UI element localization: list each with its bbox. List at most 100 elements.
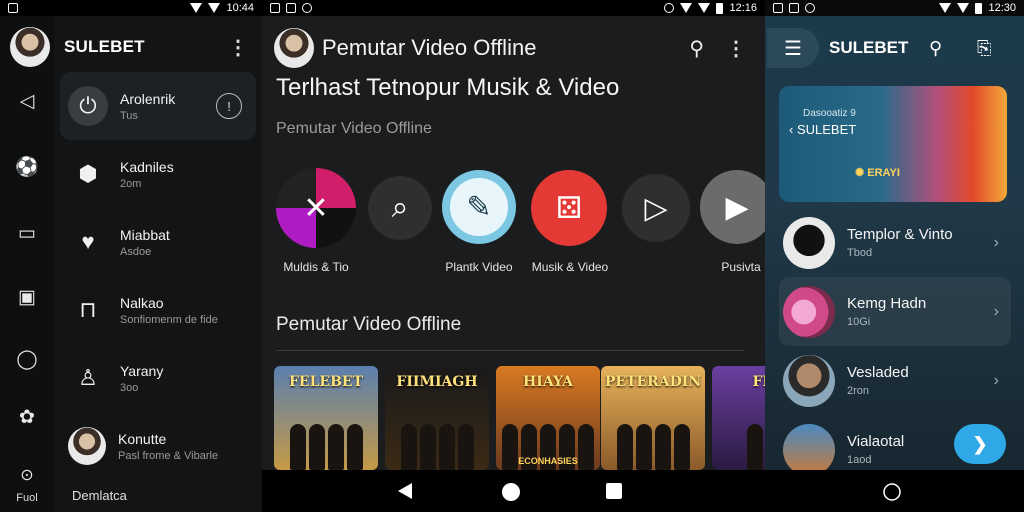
list-item[interactable]: Templor & Vinto Tbod › — [779, 208, 1011, 277]
alarm-icon — [664, 3, 675, 13]
home-icon[interactable] — [883, 483, 901, 501]
app-bar: ☰ SULEBET ⚲ ⎘ — [765, 26, 1024, 70]
search-icon[interactable]: ⚲ — [929, 38, 942, 59]
battery-icon — [716, 2, 724, 14]
poster-title: FIIMIAGH — [396, 374, 478, 390]
poster-card[interactable]: FELEBET — [274, 366, 378, 470]
divider — [276, 350, 744, 351]
drawer-list: ⏻ Arolenrik Tus ! ⬢ Kadniles 2om ♥ Miabbat… — [60, 72, 256, 480]
system-nav-bar — [765, 470, 1024, 512]
poster-caption: ECONHASIES — [518, 456, 578, 466]
info-icon[interactable]: ! — [216, 93, 242, 119]
category-playlist-next[interactable]: ▶ — [700, 170, 774, 244]
category-label: Musik & Video — [531, 260, 609, 274]
drawer-footer[interactable]: Demlatca — [72, 488, 127, 503]
game-icon — [302, 3, 312, 13]
section-title: Pemutar Video Offline — [276, 314, 462, 335]
poster-card[interactable]: PETERADIN — [601, 366, 705, 470]
power-icon: ⏻ — [68, 86, 108, 126]
category-row: ✕ Muldis & Tio ⌕ ✎ Plantk Video ⚄ Musik … — [276, 168, 774, 278]
poster-title: PETERADIN — [604, 374, 702, 390]
compass-icon[interactable]: ⊙ — [14, 462, 40, 488]
battery-icon — [975, 2, 983, 14]
status-time: 12:30 — [988, 2, 1016, 14]
poster-card[interactable]: HIAYA ECONHASIES — [496, 366, 600, 470]
fab-button[interactable]: ❯ — [954, 424, 1006, 464]
notification-icon — [789, 3, 799, 13]
list-item[interactable]: ⊓ Nalkao Sonfiomenm de fide — [60, 276, 256, 344]
list-item[interactable]: Kemg Hadn 10Gi › — [779, 277, 1011, 346]
item-title: Nalkao — [120, 294, 164, 311]
signal-icon — [208, 3, 221, 13]
list-item[interactable]: ⏻ Arolenrik Tus ! — [60, 72, 256, 140]
banner-title: ‹ SULEBET — [789, 122, 857, 137]
poster-card[interactable]: FII — [712, 366, 765, 470]
drawer-header: SULEBET ⋮ — [10, 26, 256, 68]
page-heading: Terlhast Tetnopur Musik & Video — [276, 74, 620, 101]
item-subtitle: 10Gi — [847, 316, 871, 328]
nav-rail: ◁ ⚽ ▭ ▣ ◯ ✿ ⊙ Fuol — [0, 16, 54, 512]
category-musik-video[interactable]: ⚄ — [531, 170, 607, 246]
speaker-icon[interactable]: ◁ — [14, 88, 40, 114]
poster-row: FELEBET FIIMIAGH HIAYA ECONHASIES PETERA… — [274, 366, 765, 470]
item-title: Konutte — [118, 430, 167, 447]
signal-icon — [698, 3, 711, 13]
app-title: SULEBET — [829, 38, 909, 57]
banner-label: ✺ ERAYI — [855, 167, 900, 179]
home-icon[interactable] — [502, 483, 520, 501]
banner-line: Dasooatiz 9 — [803, 108, 856, 119]
flower-icon[interactable]: ✿ — [14, 404, 40, 430]
signal-icon — [957, 3, 970, 13]
search-icon[interactable]: ⚲ — [689, 36, 704, 61]
item-title: Miabbat — [120, 226, 170, 243]
item-subtitle: Asdoe — [120, 245, 152, 258]
status-bar: 12:30 — [765, 0, 1024, 16]
poster-image — [712, 410, 765, 470]
list-item[interactable]: ♙ Yarany 3oo — [60, 344, 256, 412]
chevron-right-icon: › — [993, 302, 999, 320]
back-icon[interactable] — [398, 483, 414, 499]
item-subtitle: Tbod — [847, 247, 873, 259]
item-title: Kemg Hadn — [847, 295, 927, 312]
play-icon[interactable]: ▷ — [622, 174, 690, 242]
radio-icon[interactable]: ▣ — [14, 284, 40, 310]
item-subtitle: Tus — [120, 109, 138, 122]
category-playlist[interactable]: ✎ — [442, 170, 516, 244]
bookmark-icon[interactable]: ⎘ — [977, 38, 991, 59]
wifi-icon — [939, 3, 952, 13]
recents-icon[interactable] — [606, 483, 622, 499]
tv-icon[interactable]: ▭ — [14, 220, 40, 246]
heart-icon: ♥ — [81, 229, 95, 254]
page-subheading: Pemutar Video Offline — [276, 120, 432, 137]
image-icon — [773, 3, 783, 13]
poster-image — [385, 410, 489, 470]
status-bar: 12:16 — [262, 0, 765, 16]
list-item[interactable]: Konutte Pasl frome & Vibarle — [60, 412, 256, 480]
category-music[interactable]: ✕ — [276, 168, 356, 248]
poster-title: HIAYA — [523, 374, 573, 390]
category-search[interactable]: ⌕ — [368, 176, 432, 240]
chat-icon[interactable]: ◯ — [14, 346, 40, 372]
poster-image — [601, 410, 705, 470]
app-bar: Pemutar Video Offline ⚲ ⋮ — [274, 26, 754, 70]
more-icon[interactable]: ⋮ — [228, 35, 248, 60]
more-icon[interactable]: ⋮ — [726, 36, 746, 61]
item-title: Vesladed — [847, 364, 909, 381]
banner-tag: ERAYI — [867, 167, 900, 179]
box-icon: ⬢ — [78, 161, 98, 186]
menu-icon[interactable]: ☰ — [767, 28, 819, 68]
thumbnail — [783, 216, 835, 269]
poster-title: FII — [752, 374, 765, 390]
avatar[interactable] — [10, 27, 50, 67]
item-title: Yarany — [120, 362, 164, 379]
app-title: Pemutar Video Offline — [322, 35, 537, 60]
avatar[interactable] — [274, 28, 314, 68]
promo-banner[interactable]: Dasooatiz 9 ‹ SULEBET ✺ ERAYI — [779, 86, 1007, 202]
list-item[interactable]: ♥ Miabbat Asdoe — [60, 208, 256, 276]
ball-icon[interactable]: ⚽ — [14, 154, 40, 180]
poster-image — [274, 410, 378, 470]
list-item[interactable]: ⬢ Kadniles 2om — [60, 140, 256, 208]
poster-card[interactable]: FIIMIAGH — [385, 366, 489, 470]
thumbnail — [783, 285, 835, 338]
list-item[interactable]: Vesladed 2ron › — [779, 346, 1011, 415]
